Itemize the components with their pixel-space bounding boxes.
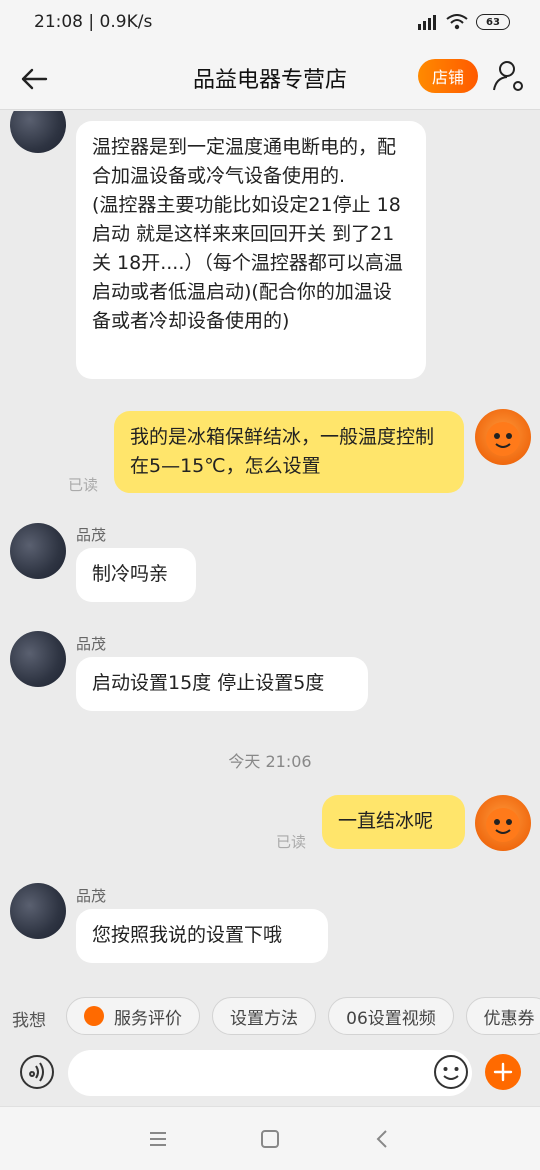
home-icon[interactable] [258,1127,282,1151]
status-bar: 21:08 | 0.9K/s 63 [0,0,540,48]
voice-icon[interactable] [19,1054,55,1090]
back-icon[interactable] [370,1127,394,1151]
agent-avatar[interactable] [10,111,66,153]
chat-area[interactable]: 温控器是到一定温度通电断电的，配合加温设备或冷气设备使用的. (温控器主要功能比… [0,111,540,984]
read-status: 已读 [68,476,99,494]
message-bubble-self: 我的是冰箱保鲜结冰，一般温度控制在5—15℃，怎么设置 [114,411,464,493]
time-separator: 今天 21:06 [228,752,312,771]
menu-icon[interactable] [146,1127,170,1151]
user-settings-icon[interactable] [490,57,528,95]
sender-name: 品茂 [76,635,107,653]
signal-icon [418,15,436,30]
agent-avatar[interactable] [10,523,66,579]
input-bar [0,1050,540,1106]
sender-name: 品茂 [76,526,107,544]
mascot-icon [486,422,520,456]
wifi-icon [446,14,468,30]
chip-service-rating[interactable]: 服务评价 [66,997,200,1035]
message-bubble-self: 一直结冰呢 [322,795,465,849]
message-bubble: 温控器是到一定温度通电断电的，配合加温设备或冷气设备使用的. (温控器主要功能比… [76,121,426,379]
emoji-icon[interactable] [433,1054,469,1090]
more-plus-button[interactable] [485,1054,521,1090]
mascot-icon [486,808,520,842]
message-bubble: 您按照我说的设置下哦 [76,909,328,963]
system-nav-bar [0,1106,540,1170]
message-bubble: 制冷吗亲 [76,548,196,602]
quick-reply-label: 我想 [12,1011,46,1031]
quick-reply-bar: 我想 服务评价 设置方法 06设置视频 优惠券 [0,984,540,1050]
message-input[interactable] [68,1050,472,1096]
chip-setup-method[interactable]: 设置方法 [212,997,316,1035]
chip-setup-video[interactable]: 06设置视频 [328,997,454,1035]
sender-name: 品茂 [76,887,107,905]
plus-icon [493,1062,513,1082]
rating-icon [84,1006,104,1026]
self-avatar[interactable] [475,409,531,465]
agent-avatar[interactable] [10,883,66,939]
self-avatar[interactable] [475,795,531,851]
chat-header: 品益电器专营店 店铺 [0,48,540,110]
message-bubble: 启动设置15度 停止设置5度 [76,657,368,711]
status-icons: 63 [416,14,510,30]
agent-avatar[interactable] [10,631,66,687]
status-time: 21:08 | 0.9K/s [34,12,153,32]
battery-icon: 63 [476,14,510,30]
chip-coupon[interactable]: 优惠券 [466,997,540,1035]
shop-button[interactable]: 店铺 [418,59,478,93]
read-status: 已读 [276,833,307,851]
